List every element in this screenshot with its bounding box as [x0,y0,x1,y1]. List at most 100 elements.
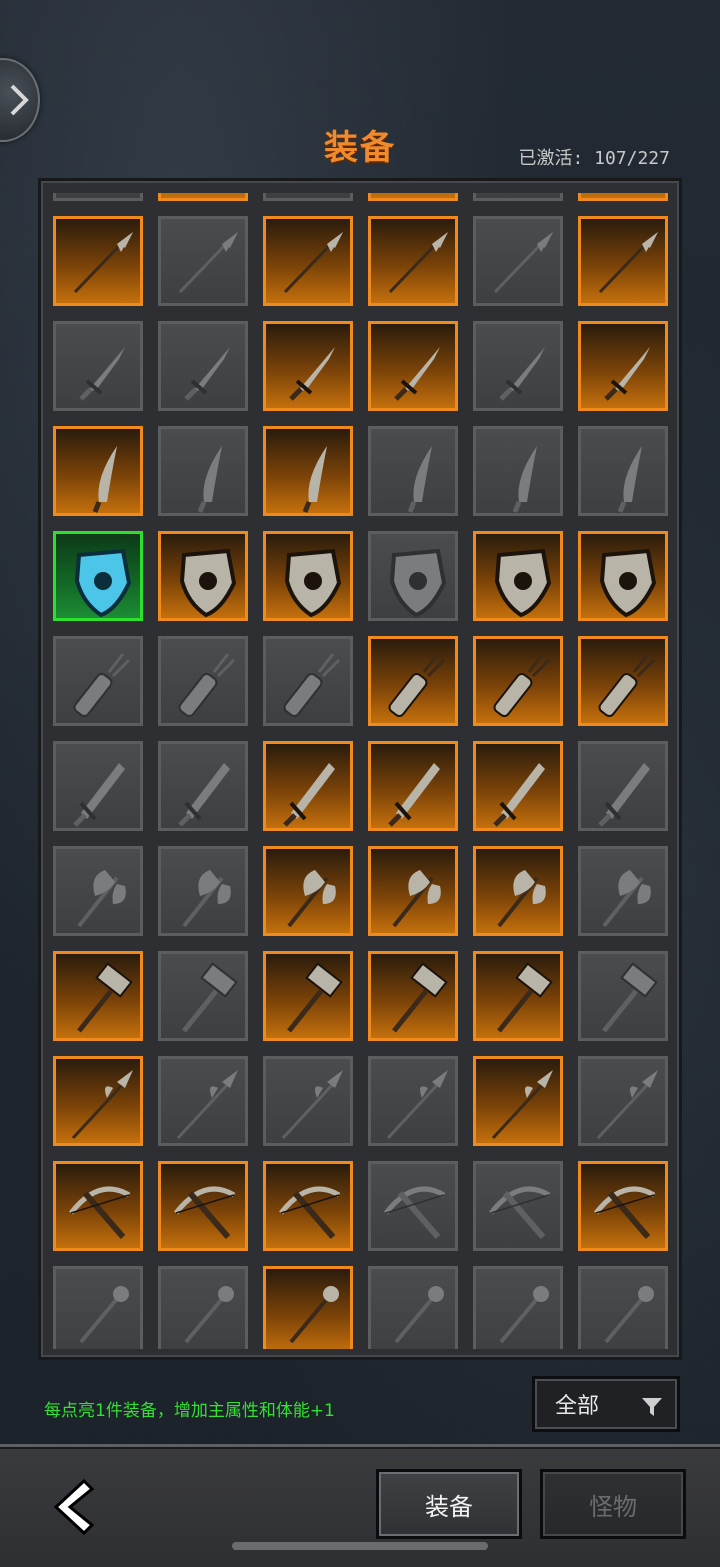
equipment-slot[interactable] [263,321,353,411]
bonus-hint: 每点亮1件装备，增加主属性和体能+1 [44,1401,335,1421]
equipment-slot[interactable] [473,1056,563,1146]
equipment-slot[interactable] [158,321,248,411]
activated-count: 已激活: 107/227 [518,148,670,169]
knives-item-icon [512,446,537,513]
equipment-slot[interactable] [263,741,353,831]
daggers-item-icon [289,347,335,401]
spears-item-icon [178,232,238,294]
equipment-slot[interactable] [473,1161,563,1251]
swords-item-icon [493,763,545,827]
axes-item-icon [602,870,651,928]
quivers-item-icon [73,653,131,718]
axes-item-icon [497,870,546,928]
equipment-slot[interactable] [368,1266,458,1349]
equipment-slot[interactable] [263,1056,353,1146]
maces-item-icon [374,193,458,201]
equipment-slot[interactable] [53,193,143,201]
knives-item-icon [617,446,642,513]
crossbows-item-icon [489,1186,551,1239]
equipment-slot[interactable] [578,426,668,516]
equipment-slot[interactable] [578,1266,668,1349]
equipment-slot[interactable] [578,531,668,621]
equipment-slot[interactable] [263,216,353,306]
equipment-slot[interactable] [53,1056,143,1146]
equipment-slot[interactable] [53,321,143,411]
tab-equipment[interactable]: 装备 [376,1469,522,1539]
back-arrow-icon[interactable] [48,1477,98,1537]
equipment-slot[interactable] [473,846,563,936]
equipment-slot[interactable] [368,531,458,621]
equipment-slot[interactable] [368,426,458,516]
equipment-slot[interactable] [578,216,668,306]
equipment-slot[interactable] [368,216,458,306]
equipment-slot[interactable] [53,741,143,831]
swords-item-icon [283,763,335,827]
equipment-slot[interactable] [368,951,458,1041]
equipment-slot[interactable] [473,426,563,516]
equipment-grid-viewport[interactable] [53,193,673,1349]
equipment-slot[interactable] [368,1161,458,1251]
misc-item-icon [604,1286,654,1344]
equipment-slot[interactable] [263,636,353,726]
equipment-slot[interactable] [368,846,458,936]
shields-item-icon [284,548,342,618]
equipment-slot[interactable] [158,426,248,516]
equipment-slot[interactable] [578,1056,668,1146]
equipment-slot[interactable] [578,193,668,201]
funnel-icon [642,1398,662,1416]
equipment-slot[interactable] [158,216,248,306]
equipment-slot[interactable] [158,531,248,621]
equipment-slot[interactable] [263,531,353,621]
equipment-slot[interactable] [53,951,143,1041]
tab-monsters[interactable]: 怪物 [540,1469,686,1539]
equipment-slot[interactable] [263,846,353,936]
equipment-slot[interactable] [158,1266,248,1349]
equipment-slot[interactable] [368,193,458,201]
equipment-slot[interactable] [263,1161,353,1251]
equipment-slot[interactable] [158,1161,248,1251]
axes-item-icon [77,870,126,928]
hammers-item-icon [602,962,658,1033]
equipment-slot[interactable] [263,1266,353,1349]
equipment-slot[interactable] [473,216,563,306]
equipment-slot[interactable] [53,1266,143,1349]
equipment-slot[interactable] [53,531,143,621]
equipment-slot[interactable] [578,951,668,1041]
crossbows-item-icon [279,1186,341,1239]
equipment-slot[interactable] [263,193,353,201]
filter-dropdown[interactable]: 全部 [532,1376,680,1432]
equipment-slot[interactable] [368,1056,458,1146]
daggers-item-icon [394,347,440,401]
equipment-slot[interactable] [368,321,458,411]
equipment-slot[interactable] [578,741,668,831]
equipment-slot[interactable] [158,636,248,726]
equipment-slot[interactable] [53,636,143,726]
equipment-slot[interactable] [473,321,563,411]
equipment-slot[interactable] [368,741,458,831]
equipment-slot[interactable] [578,1161,668,1251]
equipment-slot[interactable] [473,1266,563,1349]
equipment-slot[interactable] [368,636,458,726]
crossbows-item-icon [174,1186,236,1239]
equipment-slot[interactable] [578,846,668,936]
equipment-slot[interactable] [53,846,143,936]
equipment-slot[interactable] [473,741,563,831]
equipment-slot[interactable] [473,193,563,201]
equipment-slot[interactable] [473,951,563,1041]
swords-item-icon [598,763,650,827]
equipment-slot[interactable] [53,216,143,306]
equipment-slot[interactable] [263,951,353,1041]
equipment-slot[interactable] [53,426,143,516]
equipment-slot[interactable] [158,1056,248,1146]
equipment-slot[interactable] [578,321,668,411]
equipment-slot[interactable] [158,741,248,831]
equipment-slot[interactable] [473,636,563,726]
equipment-slot[interactable] [578,636,668,726]
equipment-slot[interactable] [158,951,248,1041]
equipment-slot[interactable] [473,531,563,621]
equipment-slot[interactable] [158,193,248,201]
equipment-slot[interactable] [158,846,248,936]
equipment-slot[interactable] [263,426,353,516]
quivers-item-icon [493,653,551,718]
equipment-slot[interactable] [53,1161,143,1251]
